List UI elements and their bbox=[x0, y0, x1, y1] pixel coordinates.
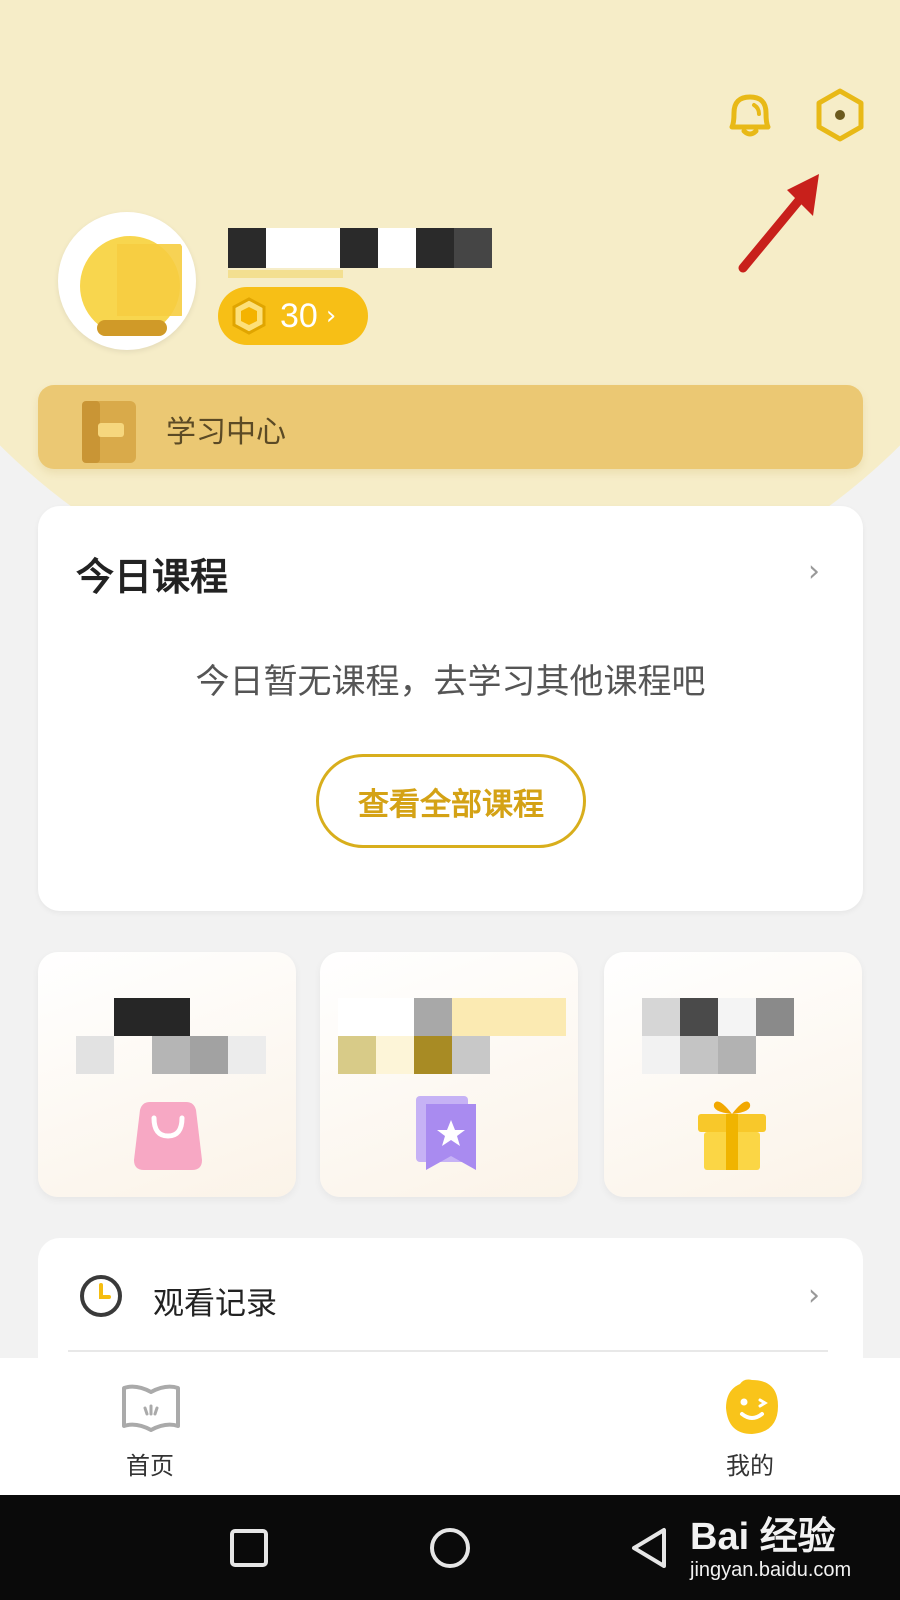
coin-balance-button[interactable]: 30 › bbox=[218, 287, 368, 345]
tab-home[interactable]: 首页 bbox=[100, 1380, 200, 1490]
recent-apps-icon[interactable] bbox=[226, 1525, 272, 1571]
empty-course-message: 今日暂无课程，去学习其他课程吧 bbox=[195, 662, 706, 702]
watermark-url: jingyan.baidu.com bbox=[690, 1559, 852, 1581]
back-triangle-icon[interactable] bbox=[628, 1525, 674, 1571]
view-all-courses-button[interactable]: 查看全部课程 bbox=[316, 754, 586, 848]
study-center-label: 学习中心 bbox=[166, 415, 286, 450]
home-circle-icon[interactable] bbox=[427, 1525, 473, 1571]
divider bbox=[68, 1350, 828, 1352]
study-center-bar[interactable]: 学习中心 bbox=[38, 385, 863, 469]
watermark-logo: Bai 经验 bbox=[690, 1516, 836, 1558]
chevron-right-icon: › bbox=[325, 301, 337, 331]
gift-icon bbox=[698, 1101, 766, 1170]
coin-count: 30 bbox=[280, 296, 318, 335]
bookmark-star-icon bbox=[416, 1096, 476, 1170]
annotation-arrow-icon bbox=[738, 174, 819, 273]
smiley-icon bbox=[726, 1379, 778, 1434]
app-screen: 30 › 学习中心 今日课程 › 今日暂无课程，去学习其他课程吧 查看全部课程 bbox=[0, 0, 900, 1600]
tab-home-label: 首页 bbox=[126, 1452, 174, 1480]
coin-icon bbox=[232, 297, 266, 335]
study-center-icon bbox=[82, 401, 136, 463]
tab-mine-label: 我的 bbox=[726, 1452, 774, 1480]
chevron-right-icon[interactable]: › bbox=[808, 1278, 820, 1313]
today-course-card: 今日课程 › 今日暂无课程，去学习其他课程吧 查看全部课程 bbox=[38, 506, 863, 911]
clock-icon bbox=[80, 1275, 122, 1317]
chevron-right-icon[interactable]: › bbox=[808, 554, 820, 589]
feature-tile-shop[interactable] bbox=[38, 952, 296, 1197]
baidu-watermark: Bai 经验 jingyan.baidu.com bbox=[690, 1505, 890, 1595]
username-underline bbox=[228, 270, 343, 278]
book-icon bbox=[122, 1384, 180, 1432]
avatar[interactable] bbox=[58, 212, 196, 350]
feature-tile-collection[interactable] bbox=[320, 952, 578, 1197]
bottom-tab-bar: 首页 我的 bbox=[0, 1358, 900, 1495]
avatar-figure-mosaic bbox=[117, 244, 182, 316]
username-redacted bbox=[228, 228, 508, 270]
watch-history-label[interactable]: 观看记录 bbox=[153, 1278, 277, 1323]
shopping-bag-icon bbox=[134, 1102, 202, 1170]
today-course-title[interactable]: 今日课程 bbox=[76, 546, 228, 601]
notification-bell-icon[interactable] bbox=[720, 85, 780, 145]
settings-gear-icon[interactable] bbox=[810, 85, 870, 145]
feature-tile-gift[interactable] bbox=[604, 952, 862, 1197]
avatar-base bbox=[97, 320, 167, 336]
tab-mine[interactable]: 我的 bbox=[700, 1376, 800, 1491]
